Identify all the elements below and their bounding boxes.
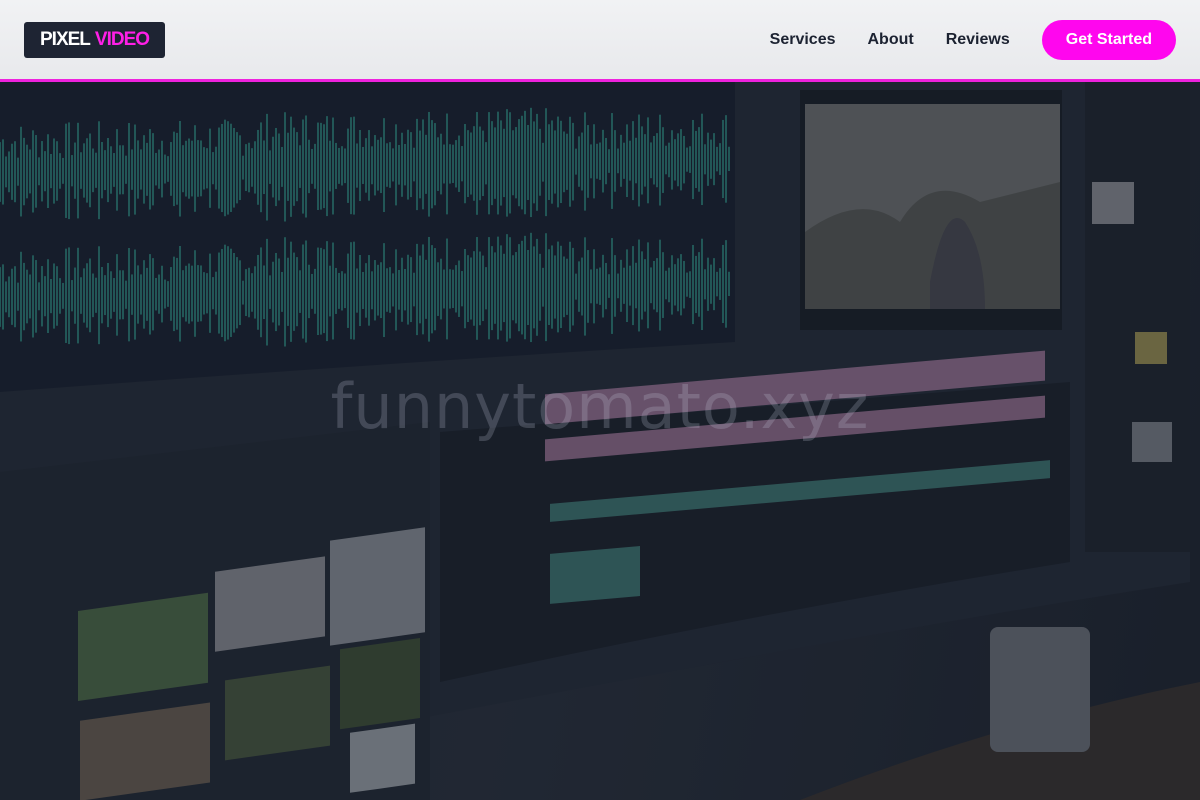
nav-link-about[interactable]: About: [868, 31, 914, 49]
main-nav: Services About Reviews Get Started: [770, 20, 1176, 60]
nav-link-reviews[interactable]: Reviews: [946, 31, 1010, 49]
watermark-text: funnytomato.xyz: [330, 370, 870, 443]
get-started-button[interactable]: Get Started: [1041, 20, 1176, 60]
logo[interactable]: PIXEL VIDEO: [24, 22, 166, 58]
nav-link-services[interactable]: Services: [770, 31, 836, 49]
logo-word-pixel: PIXEL: [40, 29, 91, 50]
site-header: PIXEL VIDEO Services About Reviews Get S…: [0, 0, 1200, 82]
logo-word-video: VIDEO: [94, 29, 150, 50]
page: PIXEL VIDEO Services About Reviews Get S…: [0, 0, 1200, 800]
